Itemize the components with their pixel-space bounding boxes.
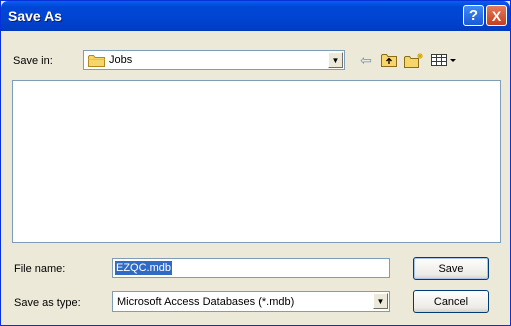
- save-as-type-label: Save as type:: [14, 297, 81, 309]
- chevron-down-icon: ▼: [376, 296, 385, 306]
- save-as-dialog: Save As ? X Save in: Jobs ▼ ⇦ File name:…: [0, 0, 511, 326]
- up-one-level-button[interactable]: [379, 50, 399, 70]
- cancel-button[interactable]: Cancel: [413, 290, 489, 313]
- new-folder-button[interactable]: [403, 50, 425, 70]
- chevron-down-icon: ▼: [331, 55, 340, 65]
- close-button[interactable]: X: [486, 5, 507, 26]
- save-as-type-value: Microsoft Access Databases (*.mdb): [117, 296, 295, 308]
- back-button[interactable]: ⇦: [356, 50, 376, 70]
- cancel-button-label: Cancel: [433, 295, 469, 308]
- file-name-label: File name:: [14, 263, 66, 275]
- help-icon: ?: [468, 7, 479, 24]
- views-menu-button[interactable]: [429, 50, 461, 70]
- save-as-type-dropdown[interactable]: Microsoft Access Databases (*.mdb) ▼: [112, 291, 390, 312]
- save-in-dropdown-button[interactable]: ▼: [328, 52, 343, 68]
- file-name-input[interactable]: EZQC.mdb: [112, 258, 390, 278]
- folder-icon: [88, 55, 105, 67]
- title-bar[interactable]: Save As ? X: [1, 1, 510, 31]
- file-list[interactable]: [12, 80, 501, 243]
- back-arrow-icon: ⇦: [360, 51, 372, 68]
- close-icon: X: [491, 7, 502, 24]
- save-in-dropdown[interactable]: Jobs ▼: [83, 50, 345, 70]
- save-button-label: Save: [438, 262, 464, 275]
- save-in-value: Jobs: [109, 54, 133, 66]
- help-button[interactable]: ?: [463, 5, 484, 26]
- file-name-value: EZQC.mdb: [115, 261, 173, 275]
- save-as-type-dropdown-button[interactable]: ▼: [373, 293, 388, 309]
- save-in-label: Save in:: [13, 55, 53, 67]
- up-folder-icon: [381, 54, 397, 67]
- save-button[interactable]: Save: [413, 257, 489, 280]
- views-menu-icon: [431, 54, 456, 66]
- dialog-title: Save As: [8, 8, 62, 24]
- new-folder-icon: [404, 53, 423, 68]
